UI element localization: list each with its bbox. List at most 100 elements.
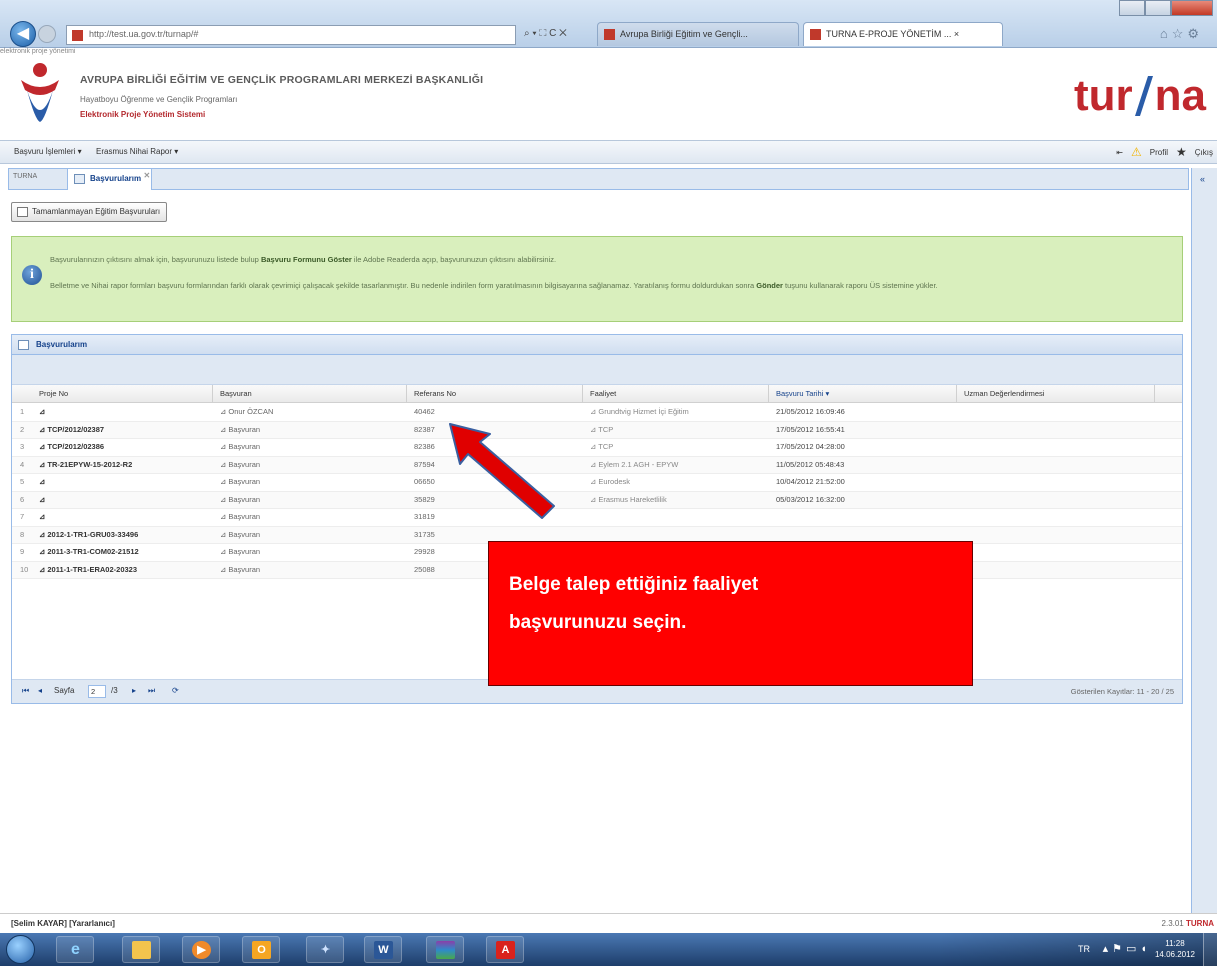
forward-button[interactable] — [38, 25, 56, 43]
page-number-input[interactable]: 2 — [88, 685, 106, 698]
logout-icon: ★ — [1176, 145, 1187, 159]
col-uzman-degerlendirmesi[interactable]: Uzman Değerlendirmesi — [964, 389, 1044, 398]
help-icon[interactable]: ⚠ — [1131, 145, 1142, 159]
outlook-icon: O — [252, 941, 271, 959]
taskbar-ie[interactable]: e — [56, 936, 94, 963]
tab-basvurularim[interactable]: Başvurularım ✕ — [67, 169, 153, 190]
table-row[interactable]: 1 ⊿ ⊿ Onur ÖZCAN 40462 ⊿ Grundtvig Hizmet İç… — [12, 404, 1182, 422]
button-label: Tamamlanmayan Eğitim Başvuruları — [32, 207, 161, 216]
gear-icon[interactable]: ⚙ — [1187, 26, 1203, 41]
info-text-1: Başvurularınızın çıktısını almak için, b… — [50, 255, 557, 264]
col-referans-no[interactable]: Referans No — [414, 389, 456, 398]
menu-right: ⇤ ⚠ Profil ★ Çıkış — [1116, 145, 1213, 159]
table-row[interactable]: 2 ⊿ TCP/2012/02387 ⊿ Başvuran 82387 ⊿ TCP 17/… — [12, 421, 1182, 439]
menu-erasmus-nihai-rapor[interactable]: Erasmus Nihai Rapor ▾ — [96, 147, 178, 156]
annotation-callout: Belge talep ettiğiniz faaliyet başvurunu… — [488, 541, 973, 686]
status-user: [Selim KAYAR] [Yararlanıcı] — [11, 919, 115, 928]
first-page-icon[interactable]: ⏮ — [22, 686, 29, 696]
column-headers: Proje No Başvuran Referans No Faaliyet B… — [12, 385, 1182, 403]
tab-turna[interactable]: TURNA — [13, 173, 37, 180]
callout-line-1: Belge talep ettiğiniz faaliyet — [509, 574, 759, 595]
collapse-icon[interactable]: « — [1200, 174, 1205, 184]
tray-icons[interactable]: ▴⚑▭◖ — [1103, 942, 1151, 955]
browser-tab-label: Avrupa Birliği Eğitim ve Gençli... — [620, 29, 748, 39]
callout-line-2: başvurunuzu seçin. — [509, 612, 687, 633]
taskbar-winrar[interactable] — [426, 936, 464, 963]
status-version: 2.3.01 TURNA — [1161, 919, 1214, 928]
menu-basvuru-islemleri[interactable]: Başvuru İşlemleri ▾ — [14, 147, 82, 156]
browser-tab-label: TURNA E-PROJE YÖNETİM ... × — [826, 29, 960, 39]
system-name: Elektronik Proje Yönetim Sistemi — [80, 110, 206, 119]
media-player-icon: ▶ — [192, 941, 211, 959]
table-row[interactable]: 3 ⊿ TCP/2012/02386 ⊿ Başvuran 82386 ⊿ TCP 17/… — [12, 439, 1182, 457]
arrow-icon[interactable]: ⇤ — [1116, 148, 1123, 157]
browser-tab-avrupa[interactable]: Avrupa Birliği Eğitim ve Gençli... — [597, 22, 799, 46]
grid-title: Başvurularım — [36, 340, 88, 349]
incomplete-applications-button[interactable]: Tamamlanmayan Eğitim Başvuruları — [11, 202, 168, 222]
brand-right: na — [1154, 71, 1206, 120]
prev-page-icon[interactable]: ◂ — [38, 686, 42, 695]
page-count: /3 — [111, 686, 118, 695]
annotation-arrow-icon — [449, 423, 555, 519]
browser-chrome: ◀ http://test.ua.gov.tr/turnap/# ⌕ ▾ ⛶ C… — [0, 0, 1217, 48]
info-icon: i — [22, 265, 42, 285]
brand-left: tur — [1073, 71, 1133, 120]
taskbar-acrobat[interactable]: A — [486, 936, 524, 963]
brand-tagline: elektronik proje yönetimi — [0, 48, 76, 55]
clock-date: 14.06.2012 — [1154, 950, 1195, 959]
col-proje-no[interactable]: Proje No — [39, 389, 68, 398]
grid-toolbar — [12, 355, 1182, 385]
col-basvuran[interactable]: Başvuran — [220, 389, 252, 398]
menu-bar: Başvuru İşlemleri ▾ Erasmus Nihai Rapor … — [0, 140, 1217, 164]
maximize-button[interactable] — [1145, 0, 1171, 16]
last-page-icon[interactable]: ⏭ — [148, 686, 155, 696]
tab-label: Başvurularım — [90, 174, 142, 183]
taskbar-explorer[interactable] — [122, 936, 160, 963]
taskbar-outlook[interactable]: O — [242, 936, 280, 963]
window-controls — [1119, 0, 1213, 16]
app-tabstrip: TURNA Başvurularım ✕ — [8, 168, 1189, 190]
minimize-button[interactable] — [1119, 0, 1145, 16]
next-page-icon[interactable]: ▸ — [132, 686, 136, 695]
document-icon — [17, 207, 28, 217]
show-desktop-button[interactable] — [1203, 933, 1217, 966]
address-bar[interactable]: http://test.ua.gov.tr/turnap/# — [66, 25, 516, 45]
document-icon — [74, 174, 85, 184]
refresh-icon[interactable]: ⟳ — [172, 686, 179, 695]
address-text: http://test.ua.gov.tr/turnap/# — [89, 29, 199, 39]
address-tools[interactable]: ⌕ ▾ ⛶ C ✕ — [524, 28, 567, 39]
home-icon[interactable]: ⌂ — [1160, 26, 1172, 41]
language-indicator[interactable]: TR — [1078, 944, 1090, 954]
table-row[interactable]: 7 ⊿ ⊿ Başvuran 31819 — [12, 509, 1182, 527]
browser-toolbar-icons: ⌂☆⚙ — [1160, 26, 1203, 42]
table-row[interactable]: 4 ⊿ TR-21EPYW-15-2012-R2 ⊿ Başvuran 87594 ⊿ … — [12, 456, 1182, 474]
table-row[interactable]: 5 ⊿ ⊿ Başvuran 06650 ⊿ Eurodesk 10/04/2012 21… — [12, 474, 1182, 492]
taskbar-media-player[interactable]: ▶ — [182, 936, 220, 963]
right-collapse-panel[interactable]: « — [1191, 168, 1217, 913]
turna-logo: tur na — [1074, 72, 1206, 118]
status-bar: [Selim KAYAR] [Yararlanıcı] 2.3.01 TURNA — [0, 913, 1217, 933]
profile-link[interactable]: Profil — [1150, 148, 1168, 157]
acrobat-icon: A — [496, 941, 515, 959]
winrar-icon — [436, 941, 455, 959]
table-row[interactable]: 6 ⊿ ⊿ Başvuran 35829 ⊿ Erasmus Hareketlilik 0… — [12, 491, 1182, 509]
pager-info: Gösterilen Kayıtlar: 11 - 20 / 25 — [1070, 687, 1174, 696]
col-faaliyet[interactable]: Faaliyet — [590, 389, 616, 398]
org-title: AVRUPA BİRLİĞİ EĞİTİM VE GENÇLİK PROGRAM… — [80, 74, 484, 86]
favorites-star-icon[interactable]: ☆ — [1172, 26, 1188, 41]
start-button[interactable] — [6, 935, 35, 964]
info-text-2: Belletme ve Nihai rapor formları başvuru… — [50, 281, 938, 290]
col-basvuru-tarihi[interactable]: Başvuru Tarihi ▾ — [776, 389, 829, 398]
site-favicon-icon — [72, 30, 83, 41]
browser-tab-turna[interactable]: TURNA E-PROJE YÖNETİM ... × — [803, 22, 1003, 46]
logout-link[interactable]: Çıkış — [1195, 148, 1213, 157]
back-button[interactable]: ◀ — [10, 21, 36, 47]
close-tab-icon[interactable]: ✕ — [143, 171, 150, 180]
clock-time: 11:28 — [1165, 939, 1185, 948]
org-subtitle: Hayatboyu Öğrenme ve Gençlik Programları — [80, 95, 238, 104]
taskbar-app[interactable]: ✦ — [306, 936, 344, 963]
taskbar-word[interactable]: W — [364, 936, 402, 963]
close-window-button[interactable] — [1171, 0, 1213, 16]
clock[interactable]: 11:28 14.06.2012 — [1155, 938, 1195, 960]
ie-icon: e — [71, 941, 80, 958]
